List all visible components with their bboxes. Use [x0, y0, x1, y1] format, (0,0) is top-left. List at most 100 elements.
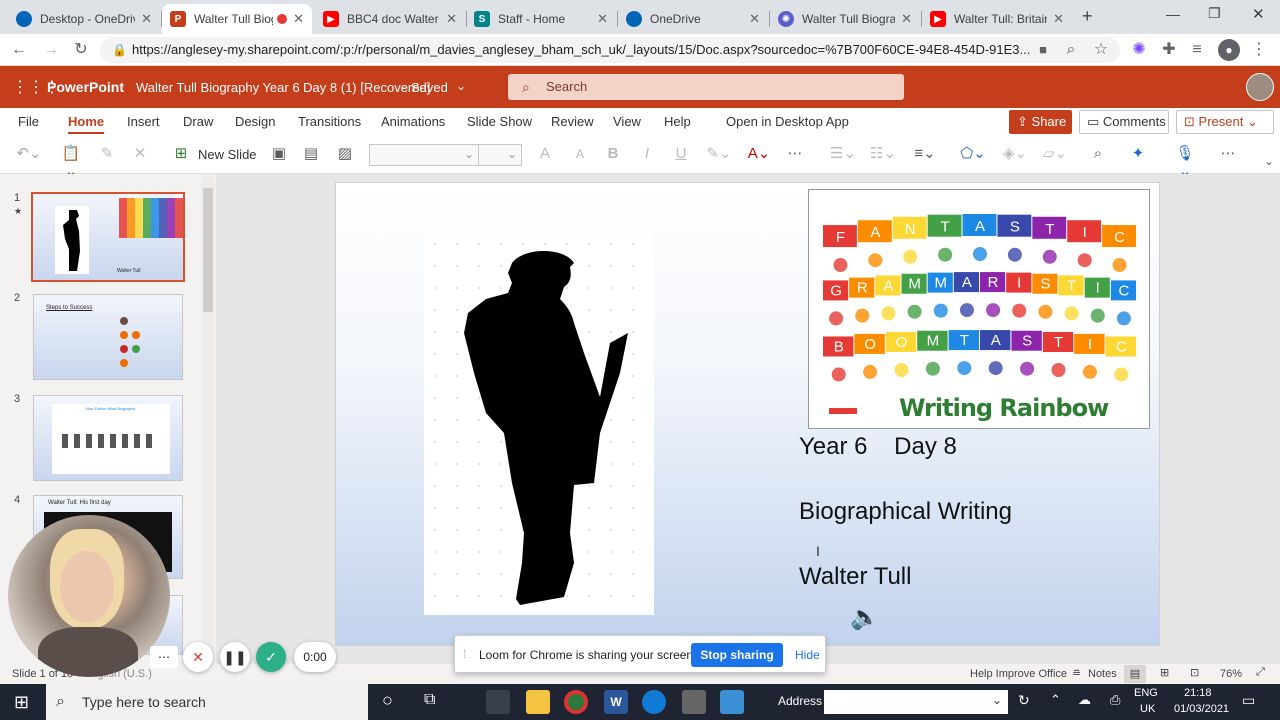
- reload-icon[interactable]: ↻: [70, 39, 92, 61]
- new-slide-button[interactable]: New Slide: [198, 147, 257, 162]
- address-toolbar-input[interactable]: ⌄: [824, 690, 1008, 714]
- zoom-level[interactable]: 76%: [1220, 668, 1242, 680]
- cancel-recording-button[interactable]: ✕: [183, 642, 213, 672]
- thumbnail-scrollbar[interactable]: [201, 174, 215, 664]
- word-icon[interactable]: W: [604, 690, 628, 714]
- close-icon[interactable]: ✕: [141, 11, 152, 27]
- tab-insert[interactable]: Insert: [127, 114, 160, 129]
- slide-text-name[interactable]: Walter Tull: [799, 563, 911, 591]
- tab-home[interactable]: Home: [68, 114, 105, 134]
- close-icon[interactable]: ✕: [446, 11, 457, 27]
- language-top[interactable]: ENG: [1134, 687, 1158, 699]
- browser-tab-5[interactable]: OneDrive ✕: [618, 4, 768, 34]
- language-bottom[interactable]: UK: [1140, 703, 1155, 715]
- clock-date[interactable]: 01/03/2021: [1174, 703, 1229, 715]
- onedrive-tray-icon[interactable]: ☁: [1078, 692, 1091, 708]
- tab-draw[interactable]: Draw: [183, 114, 213, 129]
- back-icon[interactable]: ←: [8, 39, 30, 61]
- numbering-icon[interactable]: ☷⌄: [870, 145, 896, 163]
- collapse-ribbon-icon[interactable]: ⌄: [1262, 152, 1276, 170]
- picture-icon[interactable]: ▨: [336, 145, 354, 163]
- refresh-icon[interactable]: ↻: [1018, 692, 1030, 709]
- slide-sorter-icon[interactable]: ⊞: [1160, 666, 1169, 679]
- close-icon[interactable]: ✕: [293, 11, 304, 27]
- address-bar[interactable]: 🔒 https://anglesey-my.sharepoint.com/:p:…: [100, 37, 1120, 63]
- store-icon[interactable]: [486, 690, 510, 714]
- new-slide-icon[interactable]: ⊞: [172, 145, 190, 163]
- browser-tab-3[interactable]: ▶ BBC4 doc Walter Tull ✕: [315, 4, 465, 34]
- profile-icon[interactable]: ●: [1218, 39, 1240, 61]
- comments-button[interactable]: ▭ Comments: [1079, 110, 1169, 134]
- menu-icon[interactable]: ⋮: [1248, 39, 1270, 61]
- chrome-icon[interactable]: [564, 690, 588, 714]
- section-icon[interactable]: ▤: [302, 145, 320, 163]
- layout-icon[interactable]: ▣: [270, 145, 288, 163]
- undo-icon[interactable]: ↶⌄: [14, 145, 44, 163]
- hide-button[interactable]: Hide: [795, 648, 820, 662]
- tab-view[interactable]: View: [613, 114, 641, 129]
- notes-button[interactable]: Notes: [1088, 668, 1117, 680]
- file-explorer-icon[interactable]: [526, 690, 550, 714]
- chevron-up-icon[interactable]: ⌃: [1050, 692, 1061, 708]
- stop-sharing-button[interactable]: Stop sharing: [691, 643, 783, 667]
- scrollbar-thumb[interactable]: [203, 188, 213, 312]
- find-icon[interactable]: ⌕: [1088, 145, 1108, 163]
- close-window-icon[interactable]: ✕: [1252, 5, 1265, 23]
- tab-design[interactable]: Design: [235, 114, 275, 129]
- highlight-icon[interactable]: ✎⌄: [706, 145, 732, 163]
- finish-recording-button[interactable]: ✓: [256, 642, 286, 672]
- zoom-icon[interactable]: ⌕: [1060, 39, 1082, 61]
- grow-font-icon[interactable]: A: [536, 145, 554, 163]
- browser-tab-7[interactable]: ▶ Walter Tull: Britain ✕: [922, 4, 1072, 34]
- search-input[interactable]: ⌕ Search: [508, 74, 904, 100]
- reading-view-icon[interactable]: ⊡: [1190, 666, 1199, 679]
- align-icon[interactable]: ≡⌄: [910, 145, 940, 163]
- close-icon[interactable]: ✕: [597, 11, 608, 27]
- more-options-icon[interactable]: ⋯: [150, 646, 178, 668]
- clock-time[interactable]: 21:18: [1184, 687, 1212, 699]
- font-size-select[interactable]: ⌄: [478, 144, 522, 166]
- font-family-select[interactable]: ⌄: [369, 144, 479, 166]
- open-desktop-button[interactable]: Open in Desktop App: [726, 114, 849, 129]
- present-button[interactable]: ⊡ Present ⌄: [1176, 110, 1274, 134]
- camera-icon[interactable]: ■: [1032, 39, 1054, 61]
- slide-text-year-day[interactable]: Year 6 Day 8: [799, 433, 957, 461]
- extension-icon[interactable]: ✺: [1128, 39, 1150, 61]
- normal-view-icon[interactable]: ▤: [1124, 665, 1146, 683]
- task-view-icon[interactable]: ⧉: [424, 691, 435, 709]
- tab-review[interactable]: Review: [551, 114, 594, 129]
- loom-webcam-bubble[interactable]: [8, 515, 170, 677]
- puzzle-icon[interactable]: ✚: [1158, 39, 1180, 61]
- slide-thumbnail-1[interactable]: Walter Tull: [31, 192, 185, 282]
- app-icon[interactable]: [682, 690, 706, 714]
- notifications-icon[interactable]: ▭: [1242, 692, 1255, 709]
- fill-icon[interactable]: ◈⌄: [1000, 145, 1030, 163]
- tab-transitions[interactable]: Transitions: [298, 114, 361, 129]
- browser-tab-6[interactable]: ✺ Walter Tull Biography ✕: [770, 4, 920, 34]
- minimize-icon[interactable]: —: [1166, 6, 1180, 22]
- close-icon[interactable]: ✕: [1053, 11, 1064, 27]
- edge-icon[interactable]: [642, 690, 666, 714]
- shrink-font-icon[interactable]: A: [572, 145, 588, 163]
- restore-icon[interactable]: ❐: [1208, 5, 1221, 22]
- close-icon[interactable]: ✕: [749, 11, 760, 27]
- bullets-icon[interactable]: ☰⌄: [830, 145, 856, 163]
- network-icon[interactable]: ⎙: [1110, 692, 1120, 708]
- chevron-down-icon[interactable]: ⌄: [456, 79, 466, 93]
- delete-icon[interactable]: ✕: [132, 145, 148, 163]
- help-improve-office[interactable]: Help Improve Office: [970, 668, 1067, 680]
- slide-thumbnail-3[interactable]: Non-Fiction Mind Biography: [33, 395, 183, 481]
- slide-text-subtitle[interactable]: Biographical Writing: [799, 498, 1012, 526]
- bold-icon[interactable]: B: [606, 145, 620, 163]
- underline-icon[interactable]: U: [674, 145, 688, 163]
- forward-icon[interactable]: →: [40, 39, 62, 61]
- browser-tab-1[interactable]: Desktop - OneDrive ✕: [8, 4, 160, 34]
- cortana-icon[interactable]: ○: [382, 690, 393, 711]
- browser-tab-4[interactable]: S Staff - Home ✕: [466, 4, 616, 34]
- more-options-icon[interactable]: ⋯: [1218, 145, 1238, 163]
- drag-handle-icon[interactable]: ⁞: [463, 647, 466, 661]
- shapes-icon[interactable]: ⬠⌄: [958, 145, 988, 163]
- tab-slide-show[interactable]: Slide Show: [467, 114, 532, 129]
- tab-file[interactable]: File: [18, 114, 39, 129]
- share-button[interactable]: ⇪ Share: [1009, 110, 1072, 134]
